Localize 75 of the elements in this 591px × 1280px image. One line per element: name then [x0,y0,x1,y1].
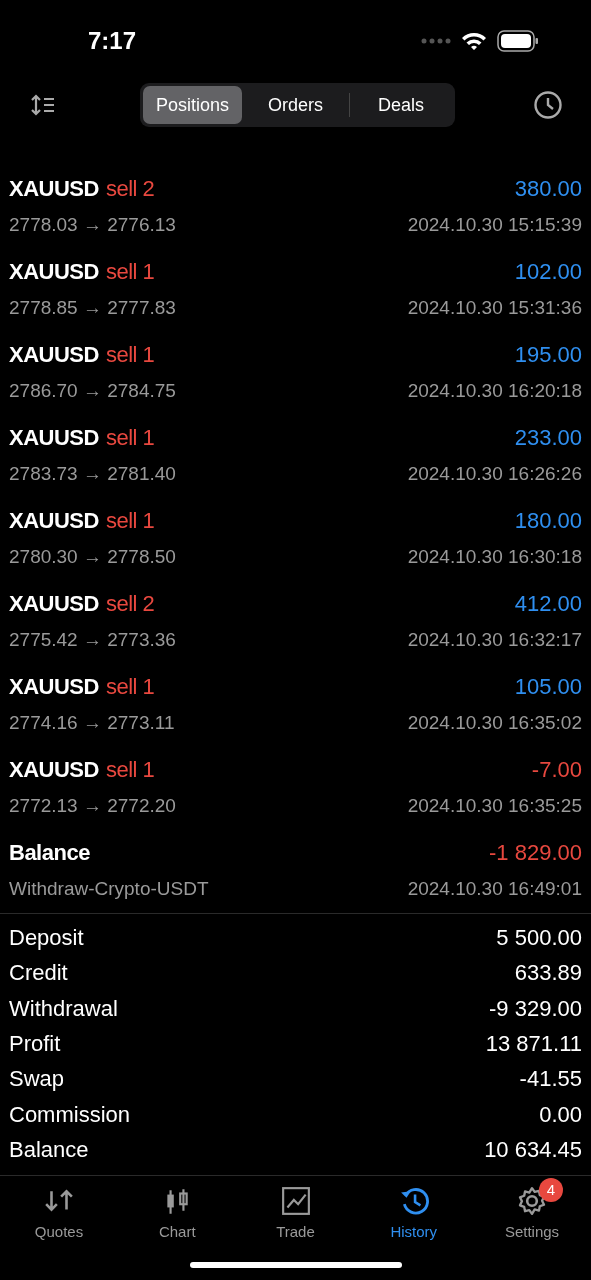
deal-prices: 2774.16 → 2773.11 [9,710,175,735]
tab-bar-item[interactable]: History [364,1186,463,1244]
summary-label: Deposit [9,924,84,953]
deal-symbol: XAUUSD [9,340,99,369]
deal-time: 2024.10.30 16:49:01 [407,876,582,901]
deal-profit: -7.00 [531,755,582,784]
summary-value: 5 500.00 [496,924,582,953]
deal-profit: 195.00 [514,340,582,369]
segment-tab[interactable]: Positions [142,86,242,124]
summary-value: 0.00 [539,1100,582,1129]
deal-symbol: XAUUSD [9,257,99,286]
tab-bar-item[interactable]: Quotes [10,1186,108,1244]
deal-type: sell 1 [105,423,155,452]
summary-label: Balance [9,1135,89,1164]
summary-value: 10 634.45 [484,1135,582,1164]
summary-value: -41.55 [519,1065,582,1094]
deal-profit: 180.00 [514,506,582,535]
deal-time: 2024.10.30 15:31:36 [407,295,582,320]
notification-badge: 4 [539,1178,563,1203]
deal-prices: 2778.85 → 2777.83 [9,295,176,320]
summary-label: Commission [9,1100,131,1129]
wifi-icon [461,31,487,51]
deal-time: 2024.10.30 16:30:18 [407,544,582,569]
deal-prices: 2775.42 → 2773.36 [9,627,176,652]
deal-symbol: XAUUSD [9,423,99,452]
deal-type: sell 2 [105,589,155,618]
deal-symbol: XAUUSD [9,672,99,701]
sort-icon[interactable] [30,94,56,116]
deal-time: 2024.10.30 16:26:26 [407,461,582,486]
status-time: 7:17 [88,26,137,56]
deal-prices: 2783.73 → 2781.40 [9,461,176,486]
tab-bar-item[interactable]: Trade [246,1186,345,1244]
tab-bar-item[interactable]: Chart [128,1186,227,1244]
deal-time: 2024.10.30 15:15:39 [407,212,582,237]
history-icon [398,1186,429,1217]
deal-profit: 105.00 [514,672,582,701]
line-chart-icon [280,1186,311,1217]
deal-symbol: XAUUSD [9,506,99,535]
deal-prices: 2786.70 → 2784.75 [9,378,176,403]
deal-symbol: XAUUSD [9,755,99,784]
summary-label: Withdrawal [9,994,118,1023]
deal-symbol: XAUUSD [9,589,99,618]
deal-profit: 233.00 [514,423,582,452]
deal-profit: 412.00 [514,589,582,618]
deal-symbol: Balance [9,838,90,867]
deal-type: sell 2 [105,174,155,203]
clock-icon[interactable] [533,90,563,120]
summary-value: -9 329.00 [489,994,582,1023]
deal-time: 2024.10.30 16:35:25 [407,793,582,818]
deal-prices: 2772.13 → 2772.20 [9,793,176,818]
deal-type: sell 1 [105,257,155,286]
segment-tab[interactable]: Orders [242,86,349,124]
deal-prices: 2780.30 → 2778.50 [9,544,176,569]
deal-profit: -1 829.00 [489,838,582,867]
deal-time: 2024.10.30 16:35:02 [407,710,582,735]
segment-tab[interactable]: Deals [350,86,453,124]
summary-label: Profit [9,1030,61,1059]
deal-type: sell 1 [105,755,155,784]
deal-type: sell 1 [105,672,155,701]
deal-profit: 102.00 [514,257,582,286]
deal-time: 2024.10.30 16:20:18 [407,378,582,403]
deal-time: 2024.10.30 16:32:17 [407,627,582,652]
summary-label: Swap [9,1065,65,1094]
deal-type: sell 1 [105,506,155,535]
settings-icon [517,1186,547,1217]
deal-prices: 2778.03 → 2776.13 [9,212,176,237]
deal-symbol: XAUUSD [9,174,99,203]
summary-value: 633.89 [514,959,582,988]
deal-prices: Withdraw-Crypto-USDT [9,876,209,901]
signal-icon [421,38,451,44]
battery-icon [497,30,539,52]
summary-label: Credit [9,959,68,988]
deal-profit: 380.00 [514,174,582,203]
summary-value: 13 871.11 [485,1030,582,1059]
deal-type: sell 1 [105,340,155,369]
